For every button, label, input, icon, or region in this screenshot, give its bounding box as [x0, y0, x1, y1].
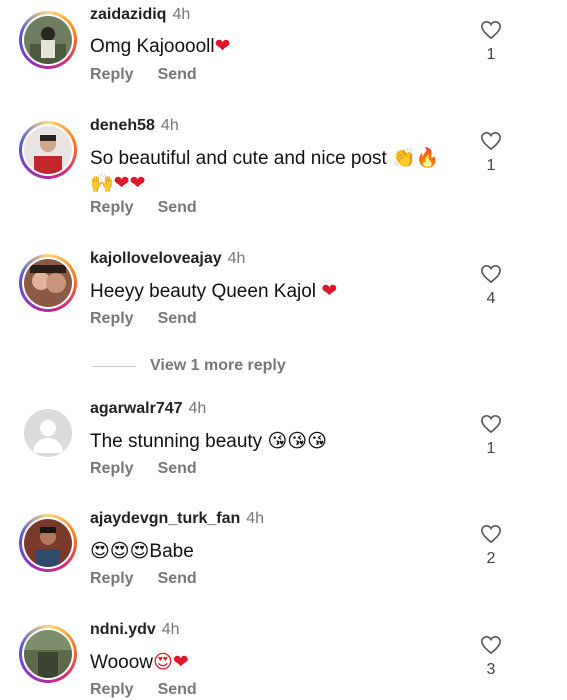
avatar[interactable]: [19, 514, 77, 572]
heart-outline-icon[interactable]: [480, 264, 502, 284]
reply-button[interactable]: Reply: [90, 66, 134, 83]
like-count: 2: [486, 550, 496, 567]
heart-outline-icon[interactable]: [480, 635, 502, 655]
view-more-replies-label[interactable]: View 1 more reply: [150, 357, 286, 375]
like-count: 3: [486, 661, 496, 678]
send-button[interactable]: Send: [158, 66, 197, 83]
timestamp: 4h: [172, 6, 191, 23]
username[interactable]: ndni.ydv 4h: [90, 621, 180, 639]
reply-button[interactable]: Reply: [90, 460, 134, 477]
heart-outline-icon[interactable]: [480, 20, 502, 40]
heart-outline-icon[interactable]: [480, 131, 502, 151]
avatar[interactable]: [19, 11, 77, 69]
avatar[interactable]: [19, 254, 77, 312]
like-button[interactable]: 4: [476, 264, 506, 308]
timestamp: 4h: [160, 117, 179, 134]
comment-text: So beautiful and cute and nice post 👏🔥 🙌❤…: [90, 147, 440, 194]
avatar[interactable]: [19, 121, 77, 179]
comment-text: Heeyy beauty Queen Kajol ❤: [90, 280, 338, 302]
heart-outline-icon[interactable]: [480, 414, 502, 434]
avatar[interactable]: [19, 625, 77, 683]
reply-button[interactable]: Reply: [90, 199, 134, 216]
view-more-replies[interactable]: View 1 more reply: [92, 357, 286, 375]
send-button[interactable]: Send: [158, 199, 197, 216]
reply-button[interactable]: Reply: [90, 570, 134, 587]
heart-outline-icon[interactable]: [480, 524, 502, 544]
like-button[interactable]: 3: [476, 635, 506, 679]
username[interactable]: agarwalr747 4h: [90, 400, 206, 418]
default-avatar-icon: [24, 409, 72, 457]
timestamp: 4h: [188, 400, 207, 417]
like-button[interactable]: 1: [476, 131, 506, 175]
divider: [92, 365, 136, 367]
username[interactable]: zaidazidiq 4h: [90, 6, 190, 24]
send-button[interactable]: Send: [158, 570, 197, 587]
like-count: 1: [486, 440, 496, 457]
reply-button[interactable]: Reply: [90, 310, 134, 327]
username[interactable]: kajolloveloveajay 4h: [90, 250, 245, 268]
comment-text: The stunning beauty 😘😘😘: [90, 430, 327, 452]
comment-text: Omg Kajooooll❤: [90, 35, 231, 57]
reply-button[interactable]: Reply: [90, 681, 134, 698]
comment-text: 😍😍😍Babe: [90, 540, 194, 562]
like-count: 4: [486, 290, 496, 307]
like-button[interactable]: 1: [476, 414, 506, 458]
timestamp: 4h: [246, 510, 265, 527]
like-button[interactable]: 2: [476, 524, 506, 568]
avatar[interactable]: [19, 404, 77, 462]
like-count: 1: [486, 157, 496, 174]
username[interactable]: ajaydevgn_turk_fan 4h: [90, 510, 264, 528]
send-button[interactable]: Send: [158, 460, 197, 477]
username[interactable]: deneh58 4h: [90, 117, 179, 135]
like-button[interactable]: 1: [476, 20, 506, 64]
timestamp: 4h: [161, 621, 180, 638]
send-button[interactable]: Send: [158, 310, 197, 327]
comment-text: Wooow😍❤: [90, 651, 189, 673]
send-button[interactable]: Send: [158, 681, 197, 698]
like-count: 1: [486, 46, 496, 63]
timestamp: 4h: [227, 250, 246, 267]
